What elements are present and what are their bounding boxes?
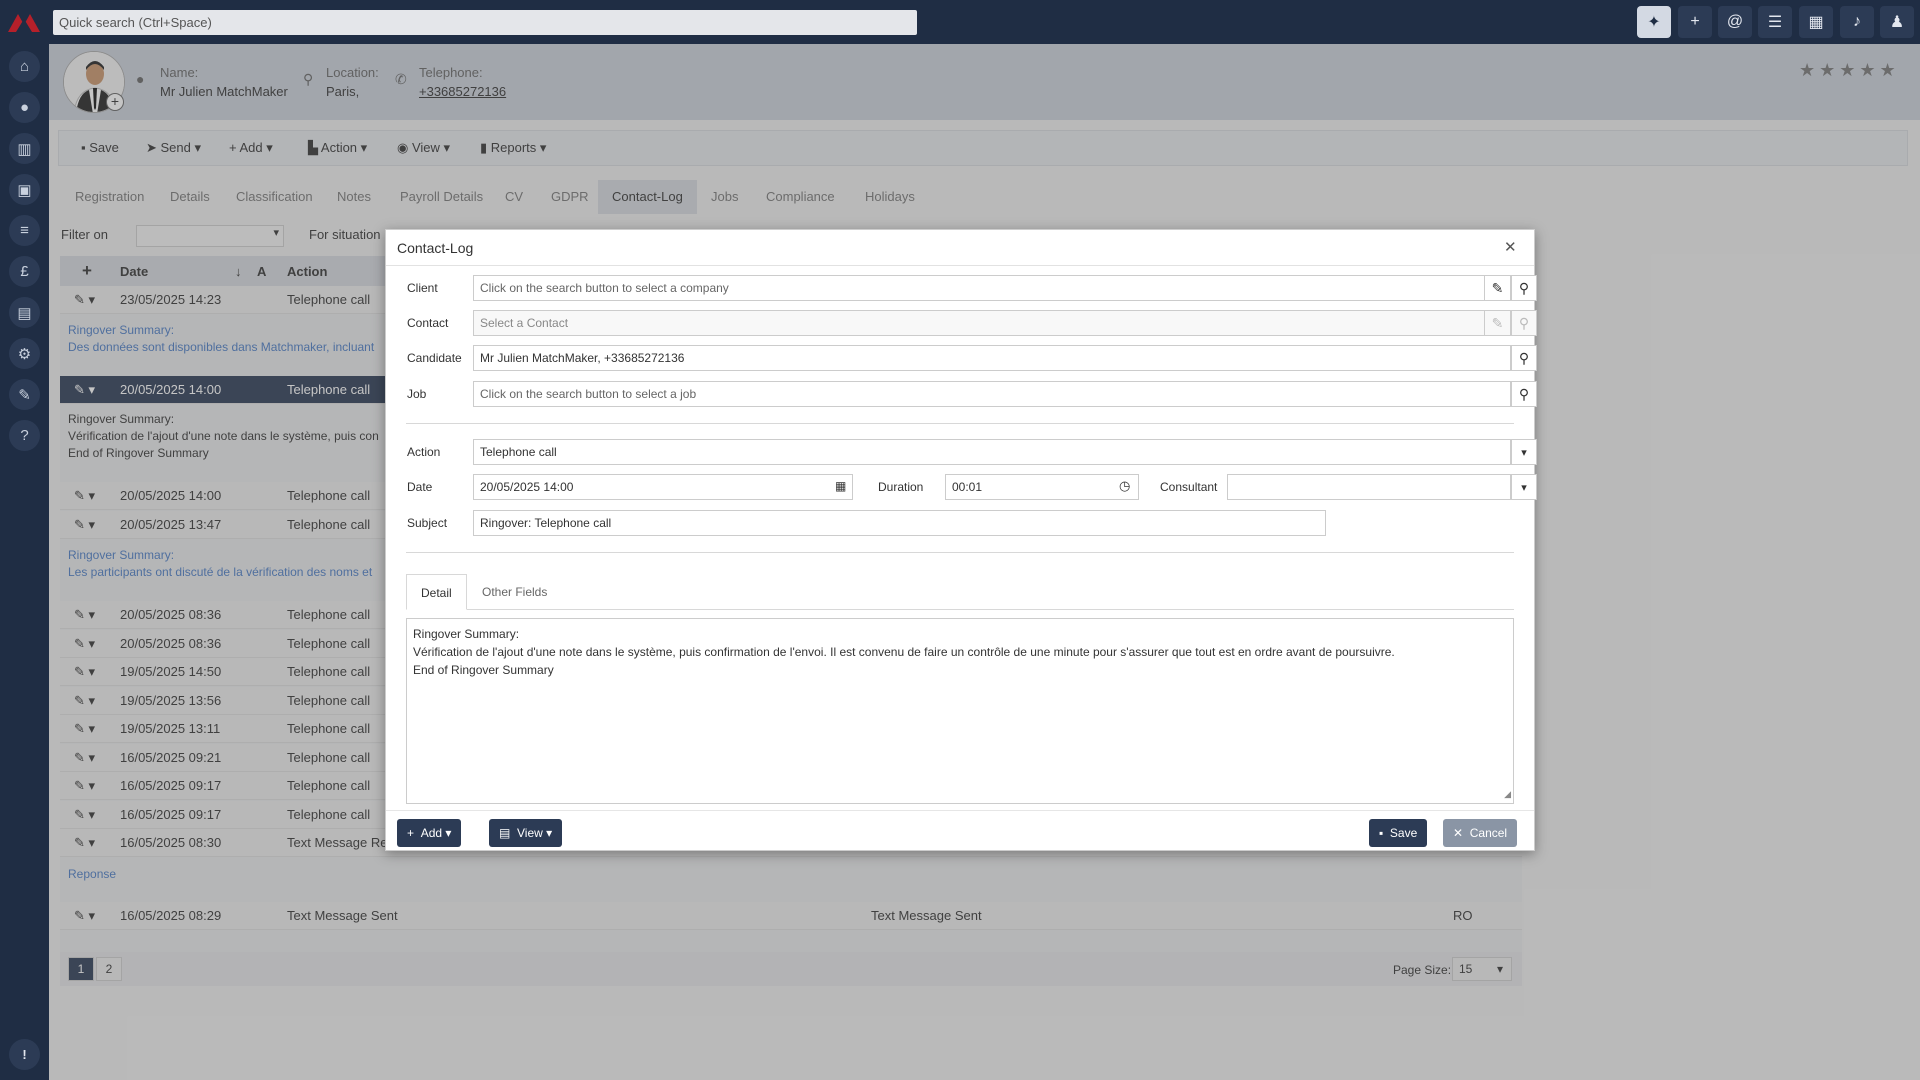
consultant-label: Consultant <box>1160 480 1218 494</box>
calendar-icon[interactable]: ▦ <box>835 479 846 493</box>
date-label: Date <box>407 480 433 494</box>
job-input[interactable]: Click on the search button to select a j… <box>473 381 1511 407</box>
tab-detail[interactable]: Detail <box>406 574 467 610</box>
view-button[interactable]: ▤ View ▾ <box>489 819 563 847</box>
duration-label: Duration <box>878 480 924 494</box>
user-settings-icon[interactable]: ♟ <box>1880 6 1914 38</box>
dialog-header: Contact-Log ✕ <box>386 230 1534 266</box>
building-icon[interactable]: ▥ <box>9 133 40 164</box>
add-button[interactable]: + Add ▾ <box>397 819 462 847</box>
candidate-input[interactable]: Mr Julien MatchMaker, +33685272136 <box>473 345 1511 371</box>
at-icon[interactable]: @ <box>1718 6 1752 38</box>
consultant-select[interactable] <box>1227 474 1511 500</box>
contact-log-dialog: Contact-Log ✕ Client Click on the search… <box>385 229 1537 851</box>
client-label: Client <box>407 281 438 295</box>
edit-icon[interactable]: ✎ <box>1485 275 1511 301</box>
action-select[interactable]: Telephone call <box>473 439 1511 465</box>
save-button[interactable]: ▪ Save <box>1369 819 1428 847</box>
alert-icon[interactable]: ! <box>9 1039 40 1070</box>
list-icon[interactable]: ≡ <box>9 215 40 246</box>
plus-icon[interactable]: + <box>1678 6 1712 38</box>
search-icon: ⚲ <box>1511 310 1537 336</box>
bell-icon[interactable]: ♪ <box>1840 6 1874 38</box>
sparkle-icon[interactable]: ✦ <box>1637 6 1671 38</box>
help-icon[interactable]: ? <box>9 420 40 451</box>
detail-line: Vérification de l'ajout d'une note dans … <box>413 645 1395 659</box>
candidate-label: Candidate <box>407 351 462 365</box>
briefcase-icon[interactable]: ▣ <box>9 174 40 205</box>
top-bar: Quick search (Ctrl+Space) ✦ + @ ☰ ▦ ♪ ♟ <box>0 0 1920 44</box>
app-logo[interactable] <box>6 10 42 34</box>
divider <box>406 423 1514 424</box>
save-button-label: Save <box>1389 826 1418 840</box>
duration-input[interactable]: 00:01 <box>945 474 1139 500</box>
cancel-button[interactable]: ✕ Cancel <box>1443 819 1518 847</box>
action-label: Action <box>407 445 441 459</box>
resize-handle-icon[interactable]: ◢ <box>1504 785 1511 803</box>
cancel-button-label: Cancel <box>1469 826 1508 840</box>
clock-icon[interactable]: ◷ <box>1119 478 1130 494</box>
detail-tabs: Detail Other Fields <box>406 574 1514 610</box>
pound-icon[interactable]: £ <box>9 256 40 287</box>
close-icon[interactable]: ✕ <box>1504 238 1517 256</box>
calendar-check-icon[interactable]: ▤ <box>9 297 40 328</box>
calendar-icon[interactable]: ▦ <box>1799 6 1833 38</box>
gears-icon[interactable]: ⚙ <box>9 338 40 369</box>
edit-icon: ✎ <box>1485 310 1511 336</box>
search-icon[interactable]: ⚲ <box>1511 275 1537 301</box>
subject-input[interactable]: Ringover: Telephone call <box>473 510 1326 536</box>
chevron-down-icon[interactable]: ▾ <box>1511 474 1537 500</box>
left-sidebar: ⌂ ● ▥ ▣ ≡ £ ▤ ⚙ ✎ ? <box>0 44 49 1080</box>
job-label: Job <box>407 387 427 401</box>
task-list-icon[interactable]: ☰ <box>1758 6 1792 38</box>
view-button-label: View <box>517 826 543 840</box>
detail-line: End of Ringover Summary <box>413 663 554 677</box>
client-input[interactable]: Click on the search button to select a c… <box>473 275 1485 301</box>
wrench-icon[interactable]: ✎ <box>9 379 40 410</box>
divider <box>406 552 1514 553</box>
chevron-down-icon[interactable]: ▾ <box>1511 439 1537 465</box>
add-button-label: Add <box>420 826 443 840</box>
contact-input[interactable]: Select a Contact <box>473 310 1485 336</box>
dialog-footer: + Add ▾ ▤ View ▾ ▪ Save ✕ Cancel <box>386 810 1534 850</box>
date-input[interactable]: 20/05/2025 14:00 <box>473 474 853 500</box>
detail-textarea[interactable]: Ringover Summary: Vérification de l'ajou… <box>406 618 1514 804</box>
person-icon[interactable]: ● <box>9 92 40 123</box>
detail-line: Ringover Summary: <box>413 627 520 641</box>
dialog-title: Contact-Log <box>397 240 474 256</box>
search-icon[interactable]: ⚲ <box>1511 381 1537 407</box>
contact-label: Contact <box>407 316 449 330</box>
quick-search-input[interactable]: Quick search (Ctrl+Space) <box>53 10 917 35</box>
tab-other-fields[interactable]: Other Fields <box>468 574 561 610</box>
subject-label: Subject <box>407 516 448 530</box>
search-icon[interactable]: ⚲ <box>1511 345 1537 371</box>
home-icon[interactable]: ⌂ <box>9 51 40 82</box>
